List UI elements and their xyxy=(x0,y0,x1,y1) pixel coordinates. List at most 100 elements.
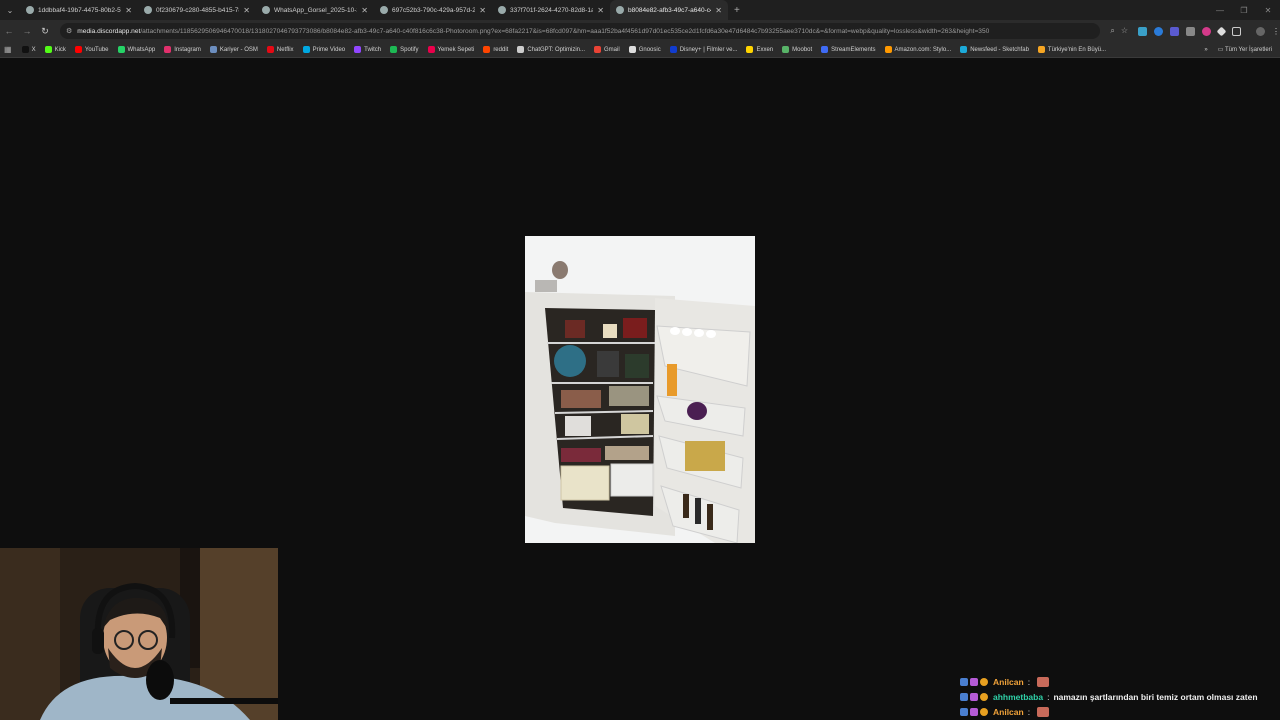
new-tab-icon[interactable]: + xyxy=(734,5,740,16)
extension-icon[interactable] xyxy=(1216,26,1227,36)
bookmark-favicon-icon xyxy=(594,46,602,53)
browser-tab[interactable]: 0f230679-c280-4855-b415-78 ✕ xyxy=(138,0,256,20)
chat-username: Anilcan xyxy=(993,706,1024,717)
bookmark-favicon-icon xyxy=(483,46,491,53)
extension-icon[interactable] xyxy=(1138,26,1147,36)
chat-badge-icon xyxy=(960,707,968,716)
bookmark-item[interactable]: Kick xyxy=(44,46,66,53)
chat-emote-icon xyxy=(1037,676,1050,687)
bookmark-item[interactable]: ChatGPT: Optimizin... xyxy=(517,46,585,53)
bookmark-favicon-icon xyxy=(74,46,82,53)
extensions-puzzle-icon[interactable] xyxy=(1232,26,1241,36)
chat-separator: : xyxy=(1047,691,1050,702)
apps-grid-icon[interactable]: ▦ xyxy=(4,45,12,54)
chat-separator: : xyxy=(1027,676,1031,687)
more-bookmarks-icon[interactable]: » xyxy=(1204,47,1207,53)
minimize-icon[interactable]: — xyxy=(1208,0,1232,20)
bookmark-favicon-icon xyxy=(628,46,636,53)
bookmark-label: Türkiye'nin En Büyü... xyxy=(1047,46,1107,53)
tab-label: 337f701f-2624-4270-82d8-1a xyxy=(510,6,594,14)
bookmark-item[interactable]: Gnoosic xyxy=(628,46,661,53)
tab-bar: ⌄ 1ddbbaf4-19b7-4475-80b2-5f ✕ 0f230679-c2… xyxy=(0,0,1280,20)
extension-icon[interactable] xyxy=(1154,26,1163,36)
tab-label: 697c52b3-790c-429a-957d-21 xyxy=(392,6,476,14)
url-domain: media.discordapp.net xyxy=(77,27,141,35)
bookmark-item[interactable]: reddit xyxy=(483,46,508,53)
tab-close-icon[interactable]: ✕ xyxy=(715,6,722,15)
bookmark-item[interactable]: Türkiye'nin En Büyü... xyxy=(1037,46,1107,53)
bookmark-item[interactable]: Yemek Sepeti xyxy=(427,46,475,53)
extensions-area: ⋮ xyxy=(1138,26,1280,36)
bookmark-favicon-icon xyxy=(21,46,29,53)
profile-avatar[interactable] xyxy=(1256,26,1265,36)
tab-close-icon[interactable]: ✕ xyxy=(125,6,132,15)
extension-icon[interactable] xyxy=(1170,26,1179,36)
bookmark-item[interactable]: Netflix xyxy=(266,46,294,53)
bookmark-item[interactable]: Instagram xyxy=(164,46,201,53)
bookmark-label: Yemek Sepeti xyxy=(437,46,475,53)
browser-tab[interactable]: 697c52b3-790c-429a-957d-21 ✕ xyxy=(374,0,492,20)
tab-close-icon[interactable]: ✕ xyxy=(479,6,486,15)
reload-icon[interactable]: ↻ xyxy=(36,20,54,42)
bookmark-label: Newsfeed - Sketchfab xyxy=(970,46,1029,53)
bookmark-label: Spotify xyxy=(400,46,419,53)
bookmark-item[interactable]: Amazon.com: Stylo... xyxy=(884,46,951,53)
chat-badge-icon xyxy=(970,692,978,701)
url-text[interactable]: media.discordapp.net/attachments/1185629… xyxy=(77,28,989,35)
tab-close-icon[interactable]: ✕ xyxy=(597,6,604,15)
bookmark-favicon-icon xyxy=(1037,46,1045,53)
bookmark-favicon-icon xyxy=(302,46,310,53)
url-path: /attachments/1185629506946470018/1318027… xyxy=(140,27,990,35)
browser-menu-icon[interactable]: ⋮ xyxy=(1272,27,1280,36)
bookmark-item[interactable]: Twitch xyxy=(354,46,381,53)
browser-tab[interactable]: 1ddbbaf4-19b7-4475-80b2-5f ✕ xyxy=(20,0,138,20)
bookmark-item[interactable]: Newsfeed - Sketchfab xyxy=(960,46,1029,53)
browser-toolbar: ← → ↻ ⚙ media.discordapp.net/attachments… xyxy=(0,20,1280,42)
extension-icon[interactable] xyxy=(1202,26,1211,36)
bookmark-label: Disney+ | Filmler ve... xyxy=(679,46,738,53)
address-bar[interactable]: ⚙ media.discordapp.net/attachments/11856… xyxy=(60,23,1100,39)
bookmark-label: Prime Video xyxy=(312,46,346,53)
close-window-icon[interactable]: ✕ xyxy=(1256,0,1280,20)
bookmark-item[interactable]: StreamElements xyxy=(821,46,876,53)
bookmark-item[interactable]: Disney+ | Filmler ve... xyxy=(669,46,738,53)
bookmark-item[interactable]: Gmail xyxy=(594,46,620,53)
tab-search-icon[interactable]: ⌄ xyxy=(0,0,20,20)
bookmark-item[interactable]: Moobot xyxy=(782,46,812,53)
tab-favicon-icon xyxy=(616,6,624,14)
extension-icon[interactable] xyxy=(1186,26,1195,36)
fridge-photo[interactable] xyxy=(525,236,755,543)
bookmark-item[interactable]: Kariyer - OSM xyxy=(209,46,258,53)
bookmark-label: reddit xyxy=(493,46,509,53)
forward-icon[interactable]: → xyxy=(18,20,36,42)
bookmark-favicon-icon xyxy=(266,46,274,53)
browser-tab[interactable]: b8084e82-afb3-49c7-a640-c4 ✕ xyxy=(610,0,728,20)
bookmark-item[interactable]: WhatsApp xyxy=(117,46,155,53)
chat-badge-icon xyxy=(960,692,968,701)
bookmark-item[interactable]: Prime Video xyxy=(302,46,346,53)
bookmark-star-icon[interactable]: ☆ xyxy=(1121,26,1128,36)
tab-close-icon[interactable]: ✕ xyxy=(243,6,250,15)
browser-tab[interactable]: 337f701f-2624-4270-82d8-1a ✕ xyxy=(492,0,610,20)
back-icon[interactable]: ← xyxy=(0,20,18,42)
all-bookmarks-folder[interactable]: ▭ Tüm Yer İşaretleri xyxy=(1218,46,1272,53)
bookmark-item[interactable]: YouTube xyxy=(74,46,109,53)
chat-username: ahhmetbaba xyxy=(993,691,1044,702)
browser-tab[interactable]: WhatsApp_Gorsel_2025-10-2 ✕ xyxy=(256,0,374,20)
bookmark-favicon-icon xyxy=(209,46,217,53)
bookmark-label: Gmail xyxy=(604,46,620,53)
bookmark-favicon-icon xyxy=(390,46,398,53)
bookmark-favicon-icon xyxy=(117,46,125,53)
bookmark-item[interactable]: X xyxy=(21,46,36,53)
site-info-icon[interactable]: ⚙ xyxy=(66,27,72,35)
bookmark-favicon-icon xyxy=(821,46,829,53)
bookmark-item[interactable]: Exxen xyxy=(746,46,773,53)
bookmark-item[interactable]: Spotify xyxy=(390,46,419,53)
zoom-icon[interactable]: ⌕ xyxy=(1110,26,1114,36)
restore-icon[interactable]: ❐ xyxy=(1232,0,1256,20)
tab-label: 1ddbbaf4-19b7-4475-80b2-5f xyxy=(38,6,122,14)
bookmark-favicon-icon xyxy=(44,46,52,53)
chat-separator: : xyxy=(1027,706,1031,717)
tab-close-icon[interactable]: ✕ xyxy=(361,6,368,15)
bookmark-label: YouTube xyxy=(84,46,109,53)
